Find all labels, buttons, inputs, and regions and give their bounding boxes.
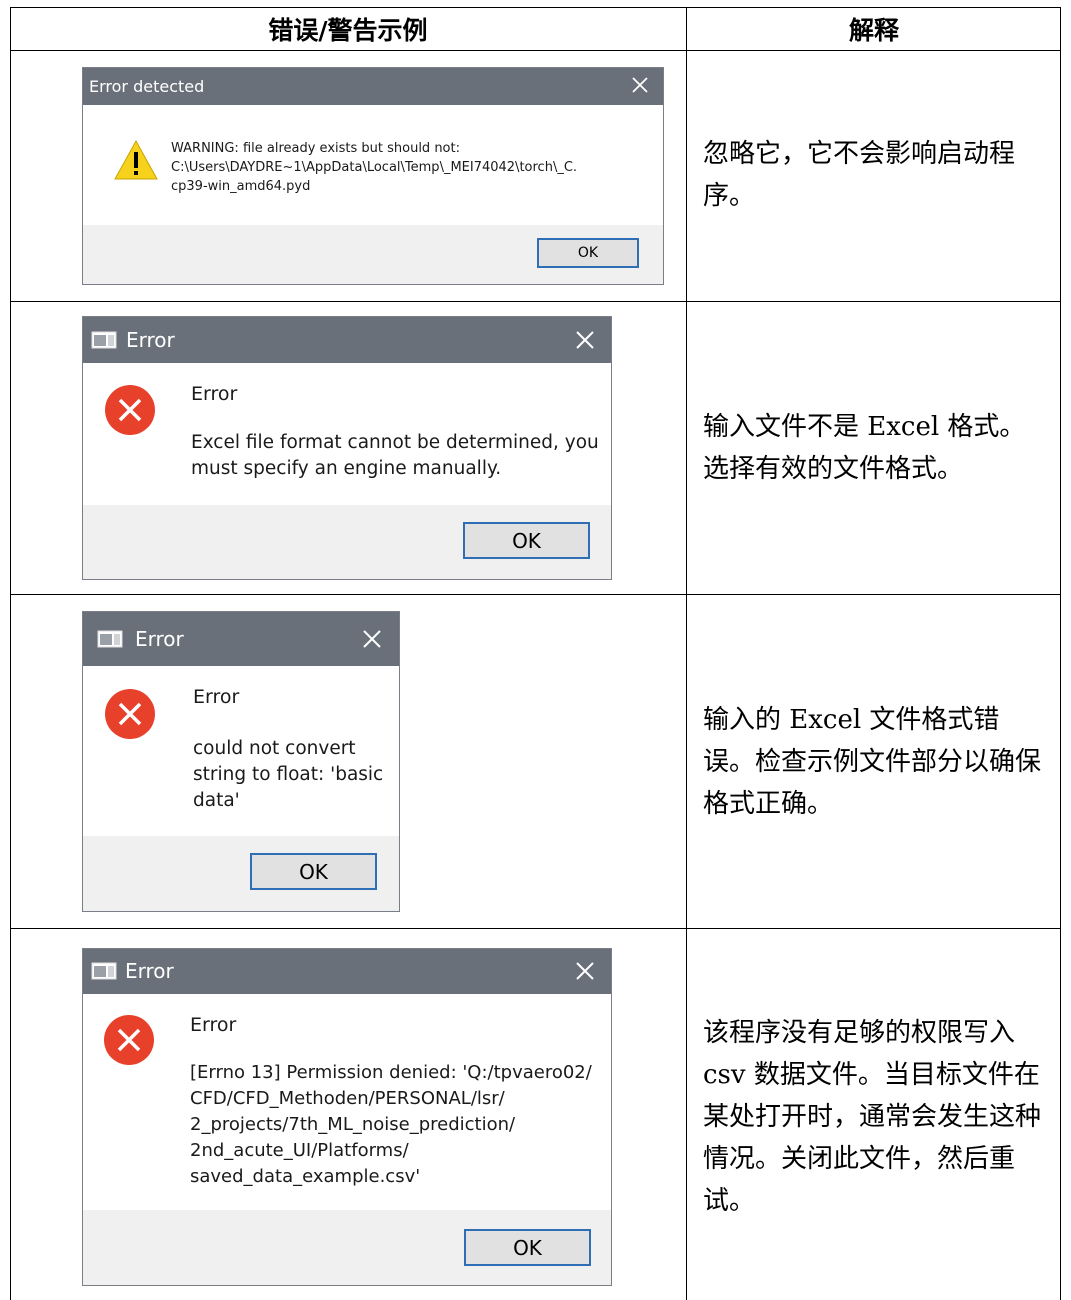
error-dialog: Error Error [Errno 13] Permission denied… xyxy=(82,948,612,1286)
explanation-text: 输入文件不是 Excel 格式。选择有效的文件格式。 xyxy=(703,412,1026,484)
close-icon[interactable] xyxy=(573,958,597,988)
explanation-text: 该程序没有足够的权限写入 csv 数据文件。当目标文件在某处打开时，通常会发生这… xyxy=(703,1018,1042,1216)
close-icon[interactable] xyxy=(573,327,597,357)
error-icon xyxy=(104,688,156,745)
dialog-heading: Error xyxy=(193,686,240,708)
ok-button[interactable]: OK xyxy=(464,1229,591,1266)
app-window-icon xyxy=(91,331,117,353)
header-example: 错误/警告示例 xyxy=(268,16,428,45)
dialog-title: Error xyxy=(135,627,184,651)
close-icon[interactable] xyxy=(360,626,384,656)
explanation-text: 忽略它，它不会影响启动程序。 xyxy=(703,139,1016,211)
dialog-titlebar: Error xyxy=(83,612,399,666)
dialog-title: Error xyxy=(125,959,174,983)
error-dialog: Error Error Excel file format cannot be … xyxy=(82,316,612,580)
header-explain: 解释 xyxy=(848,16,899,45)
row-divider xyxy=(10,594,1061,595)
dialog-message: [Errno 13] Permission denied: 'Q:/tpvaer… xyxy=(190,1062,592,1187)
error-icon xyxy=(103,1014,155,1071)
ok-button[interactable]: OK xyxy=(537,238,639,268)
warning-dialog: Error detected WARNING: file already exi… xyxy=(82,67,664,285)
row-divider xyxy=(10,301,1061,302)
dialog-body: WARNING: file already exists but should … xyxy=(83,105,663,225)
dialog-message: Excel file format cannot be determined, … xyxy=(191,432,599,479)
dialog-message: could not convert string to float: 'basi… xyxy=(193,738,384,811)
error-dialog: Error Error could not convert string to … xyxy=(82,611,400,912)
app-window-icon xyxy=(91,962,117,984)
ok-button[interactable]: OK xyxy=(463,522,590,559)
dialog-message: WARNING: file already exists but should … xyxy=(171,141,578,194)
dialog-heading: Error xyxy=(190,1014,237,1036)
dialog-titlebar: Error xyxy=(83,317,611,363)
dialog-body: Error [Errno 13] Permission denied: 'Q:/… xyxy=(83,994,611,1210)
dialog-titlebar: Error detected xyxy=(83,68,663,105)
warning-icon xyxy=(113,139,159,186)
column-divider xyxy=(686,7,687,1300)
explanation-text: 输入的 Excel 文件格式错误。检查示例文件部分以确保格式正确。 xyxy=(703,705,1042,819)
app-window-icon xyxy=(97,630,123,652)
error-icon xyxy=(104,384,156,441)
ok-button[interactable]: OK xyxy=(250,853,377,890)
dialog-body: Error Excel file format cannot be determ… xyxy=(83,363,611,505)
dialog-titlebar: Error xyxy=(83,949,611,994)
row-divider xyxy=(10,928,1061,929)
dialog-heading: Error xyxy=(191,383,238,405)
close-icon[interactable] xyxy=(629,72,651,102)
dialog-title: Error xyxy=(126,328,175,352)
dialog-body: Error could not convert string to float:… xyxy=(83,666,399,836)
dialog-title: Error detected xyxy=(89,77,205,96)
row-divider xyxy=(10,50,1061,51)
